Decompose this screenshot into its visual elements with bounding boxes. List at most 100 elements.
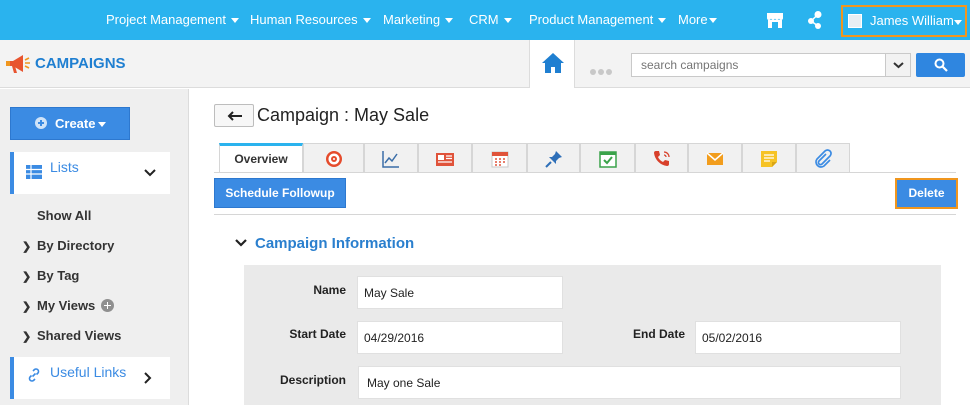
nav-label: More — [678, 12, 708, 27]
start-date-label: Start Date — [289, 327, 346, 341]
nav-label: Project Management — [106, 12, 226, 27]
nav-label: Human Resources — [250, 12, 358, 27]
task-check-icon — [598, 151, 617, 168]
tab-task[interactable] — [580, 143, 635, 172]
search-icon — [934, 58, 948, 72]
search-filter-dropdown[interactable] — [885, 54, 910, 76]
caret-down-icon — [98, 122, 106, 127]
caret-down-icon — [658, 18, 667, 24]
tab-analytics[interactable] — [364, 143, 418, 172]
nav-product-management[interactable]: Product Management — [529, 0, 667, 40]
chevron-down-icon — [144, 169, 156, 177]
more-options-icon[interactable] — [590, 63, 614, 78]
useful-links-label: Useful Links — [50, 364, 127, 380]
tab-overview[interactable]: Overview — [219, 143, 303, 173]
sidebar-item-show-all[interactable]: Show All — [37, 208, 91, 223]
chevron-down-icon[interactable] — [235, 239, 247, 247]
plus-icon — [35, 117, 47, 129]
sidebar-item-by-directory[interactable]: ❯ By Directory — [22, 238, 114, 253]
search-button[interactable] — [916, 53, 965, 77]
tab-notes[interactable] — [742, 143, 796, 172]
back-arrow-icon — [227, 111, 242, 121]
chevron-right-icon — [144, 372, 152, 384]
tab-pin[interactable] — [527, 143, 580, 172]
tab-attachments[interactable] — [796, 143, 850, 172]
list-grid-icon — [26, 165, 42, 179]
user-name: James William — [870, 13, 954, 28]
sidebar-item-by-tag[interactable]: ❯ By Tag — [22, 268, 79, 283]
sidebar-item-label: Shared Views — [37, 328, 122, 343]
avatar-icon — [848, 14, 862, 28]
nav-label: CRM — [469, 12, 499, 27]
start-date-field[interactable]: 04/29/2016 — [357, 321, 563, 354]
top-navigation-bar: Project Management Human Resources Marke… — [0, 0, 970, 40]
create-label: Create — [55, 116, 96, 131]
search-input[interactable] — [632, 54, 886, 76]
module-title: CAMPAIGNS — [35, 55, 126, 72]
sidebar: Create Lists Show All ❯ By Directory ❯ By … — [0, 89, 189, 405]
add-view-icon[interactable] — [101, 299, 115, 312]
search-field — [631, 53, 911, 77]
user-menu[interactable]: James William — [841, 5, 967, 37]
chevron-right-icon: ❯ — [22, 271, 32, 283]
target-icon — [325, 151, 342, 167]
actions-divider — [214, 214, 956, 215]
nav-more[interactable]: More — [678, 0, 717, 40]
delete-button[interactable]: Delete — [895, 178, 958, 209]
caret-down-icon — [230, 18, 239, 24]
link-icon — [28, 368, 40, 382]
nav-marketing[interactable]: Marketing — [383, 0, 454, 40]
newspaper-icon — [436, 153, 454, 166]
useful-links-panel[interactable]: Useful Links — [10, 357, 170, 399]
email-icon — [706, 152, 724, 165]
caret-down-icon — [954, 20, 962, 25]
caret-down-icon — [445, 18, 454, 24]
tab-email[interactable] — [688, 143, 742, 172]
campaign-info-form: Name May Sale Start Date 04/29/2016 End … — [244, 265, 941, 405]
section-title: Campaign Information — [255, 235, 415, 252]
end-date-field[interactable]: 05/02/2016 — [695, 321, 901, 354]
tab-call[interactable] — [635, 143, 688, 172]
chevron-right-icon: ❯ — [22, 241, 32, 253]
tab-label: Overview — [234, 152, 288, 166]
description-label: Description — [279, 373, 346, 387]
paperclip-icon — [815, 149, 832, 168]
phone-icon — [653, 151, 670, 166]
schedule-followup-button[interactable]: Schedule Followup — [214, 178, 346, 208]
description-field[interactable]: May one Sale — [358, 366, 901, 399]
name-field[interactable]: May Sale — [357, 276, 563, 309]
calendar-icon — [491, 151, 508, 168]
sidebar-item-shared-views[interactable]: ❯ Shared Views — [22, 328, 121, 343]
sidebar-item-my-views[interactable]: ❯ My Views — [22, 298, 115, 313]
home-icon — [542, 53, 564, 73]
chevron-down-icon — [893, 62, 904, 69]
sticky-note-icon — [761, 151, 777, 167]
home-button[interactable] — [529, 40, 575, 88]
sidebar-item-label: By Directory — [37, 238, 115, 253]
tab-target[interactable] — [303, 143, 364, 172]
nav-human-resources[interactable]: Human Resources — [250, 0, 371, 40]
line-chart-icon — [382, 151, 399, 168]
back-button[interactable] — [214, 104, 254, 127]
page-title: Campaign : May Sale — [257, 105, 430, 125]
tab-calendar[interactable] — [472, 143, 527, 172]
end-date-label: End Date — [632, 327, 685, 341]
name-label: Name — [313, 283, 346, 297]
connections-icon[interactable] — [805, 10, 825, 30]
create-button[interactable]: Create — [10, 107, 130, 140]
pin-icon — [544, 151, 562, 168]
store-icon[interactable] — [765, 10, 785, 30]
nav-project-management[interactable]: Project Management — [106, 0, 239, 40]
sidebar-item-label: Show All — [37, 208, 92, 223]
caret-down-icon — [708, 18, 717, 24]
nav-label: Product Management — [529, 12, 654, 27]
lists-panel[interactable]: Lists — [10, 152, 170, 194]
sidebar-item-label: By Tag — [37, 268, 80, 283]
caret-down-icon — [362, 18, 371, 24]
tabs-divider — [214, 172, 956, 173]
chevron-right-icon: ❯ — [22, 331, 32, 343]
tab-news[interactable] — [418, 143, 472, 172]
lists-label: Lists — [50, 159, 79, 175]
nav-crm[interactable]: CRM — [469, 0, 512, 40]
chevron-right-icon: ❯ — [22, 301, 32, 313]
